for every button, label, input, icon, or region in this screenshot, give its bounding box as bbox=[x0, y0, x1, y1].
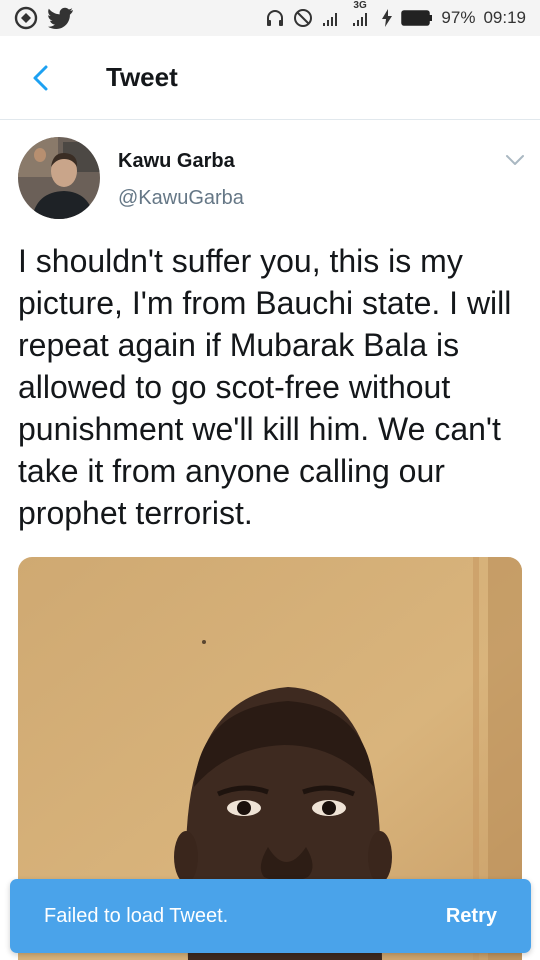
network-type-label: 3G bbox=[353, 0, 367, 11]
status-bar: 3G 97% 09:19 bbox=[0, 0, 540, 36]
tweet-menu-button[interactable] bbox=[503, 150, 527, 170]
signal-icon bbox=[321, 9, 343, 27]
clock: 09:19 bbox=[483, 8, 526, 27]
retry-button[interactable]: Retry bbox=[446, 905, 497, 928]
app-notification-icon bbox=[14, 6, 38, 30]
avatar[interactable] bbox=[18, 137, 100, 219]
battery-percentage: 97% bbox=[441, 8, 476, 27]
charging-icon bbox=[381, 9, 393, 27]
battery-icon bbox=[401, 10, 433, 26]
back-button[interactable] bbox=[0, 36, 80, 120]
page-title: Tweet bbox=[106, 62, 178, 92]
tweet-text: I shouldn't suffer you, this is my pictu… bbox=[18, 243, 512, 531]
do-not-disturb-icon bbox=[293, 8, 313, 28]
headphones-icon bbox=[265, 8, 285, 28]
chevron-down-icon bbox=[506, 155, 524, 165]
top-nav-bar: Tweet bbox=[0, 36, 540, 120]
signal-3g-icon: 3G bbox=[351, 0, 373, 27]
error-toast: Failed to load Tweet. Retry bbox=[10, 879, 531, 953]
toast-message: Failed to load Tweet. bbox=[44, 904, 229, 927]
twitter-bird-icon bbox=[48, 7, 74, 29]
tweet-header: Kawu Garba @KawuGarba bbox=[0, 120, 540, 230]
author-handle[interactable]: @KawuGarba bbox=[118, 187, 244, 210]
author-name[interactable]: Kawu Garba bbox=[118, 150, 235, 173]
chevron-left-icon bbox=[33, 65, 48, 90]
